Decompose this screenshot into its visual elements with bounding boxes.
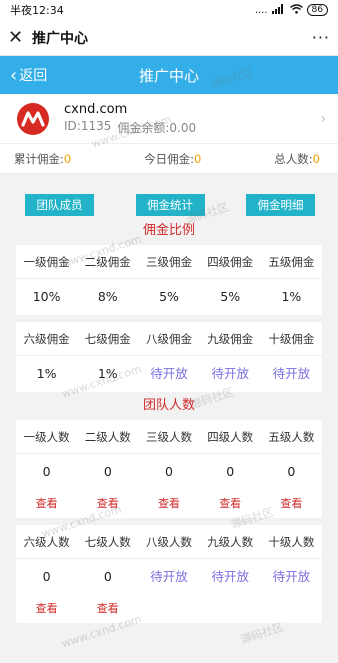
team-header: 一级人数 [16, 420, 78, 454]
team-header: 三级人数 [138, 420, 200, 454]
total-people-value: 0 [312, 151, 320, 166]
team-header: 十级人数 [260, 525, 322, 559]
profile-name: cxnd.com [64, 101, 128, 117]
team-header: 八级人数 [138, 525, 200, 559]
profile-info: cxnd.com ID:1135 佣金余额:0.00 [64, 102, 320, 136]
avatar [16, 101, 50, 136]
action-buttons: 团队成员 佣金统计 佣金明细 [0, 194, 338, 216]
today-commission-value: 0 [194, 151, 202, 166]
app-title: 推广中心 [32, 30, 88, 47]
team-value: 0 [103, 464, 112, 479]
commission-header: 四级佣金 [199, 245, 261, 279]
commission-detail-button[interactable]: 佣金明细 [246, 194, 315, 216]
team-header: 六级人数 [16, 525, 78, 559]
commission-summary: 累计佣金:0 今日佣金:0 总人数:0 [0, 144, 338, 174]
team-value: 0 [287, 464, 296, 479]
close-icon[interactable]: ✕ [8, 27, 30, 48]
app-title-bar: ✕ 推广中心 ··· [0, 20, 338, 56]
commission-ratio-title: 佣金比例 [142, 223, 195, 238]
profile-row[interactable]: cxnd.com ID:1135 佣金余额:0.00 › [0, 94, 338, 144]
team-card-2: 六级人数 七级人数 八级人数 九级人数 十级人数 0 0 待开放 待开放 待开放… [16, 525, 322, 623]
chevron-left-icon: ‹ [10, 64, 18, 86]
commission-header: 五级佣金 [260, 245, 322, 279]
back-label: 返回 [19, 68, 48, 84]
commission-value: 5% [159, 289, 179, 304]
view-link[interactable]: 查看 [16, 490, 77, 518]
total-people: 总人数:0 [274, 151, 320, 166]
commission-value: 5% [220, 289, 241, 304]
team-pending: 待开放 [211, 569, 249, 584]
team-header: 四级人数 [199, 420, 261, 454]
total-commission-value: 0 [63, 151, 72, 166]
page-title: 推广中心 [138, 66, 199, 85]
view-link[interactable]: 查看 [16, 595, 77, 623]
signal-icon: .... [254, 4, 268, 16]
commission-pending: 待开放 [272, 366, 311, 381]
team-pending: 待开放 [272, 569, 311, 584]
status-icons: .... 86 [254, 3, 328, 17]
profile-meta: ID:1135 佣金余额:0.00 [64, 119, 320, 136]
profile-balance: 佣金余额:0.00 [117, 120, 197, 135]
commission-value: 1% [281, 289, 302, 304]
commission-header: 七级佣金 [77, 322, 139, 356]
team-card-1: 一级人数 二级人数 三级人数 四级人数 五级人数 0 0 0 0 0 查看 查看… [16, 420, 322, 518]
commission-header: 十级佣金 [260, 322, 322, 356]
commission-value: 1% [97, 366, 118, 381]
view-link[interactable]: 查看 [77, 490, 138, 518]
view-link[interactable]: 查看 [138, 490, 199, 518]
commission-header: 六级佣金 [16, 322, 78, 356]
more-menu-icon[interactable]: ··· [312, 28, 330, 47]
commission-card-1: 一级佣金 二级佣金 三级佣金 四级佣金 五级佣金 10% 8% 5% 5% 1% [16, 245, 322, 315]
chevron-right-icon: › [320, 110, 326, 127]
battery-indicator: 86 [306, 4, 328, 16]
team-value: 0 [42, 464, 51, 479]
commission-pending: 待开放 [211, 366, 249, 381]
commission-card-2: 六级佣金 七级佣金 八级佣金 九级佣金 十级佣金 1% 1% 待开放 待开放 待… [16, 322, 322, 392]
commission-pending: 待开放 [150, 366, 188, 381]
view-link[interactable]: 查看 [200, 490, 261, 518]
commission-header: 二级佣金 [77, 245, 139, 279]
team-header: 九级人数 [199, 525, 261, 559]
view-link[interactable]: 查看 [261, 490, 322, 518]
team-header: 二级人数 [77, 420, 139, 454]
back-button[interactable]: ‹ 返回 [10, 56, 47, 94]
profile-id: ID:1135 [64, 118, 112, 133]
team-value: 0 [103, 569, 112, 584]
commission-value: 8% [97, 289, 118, 304]
signal-bars-icon [271, 3, 286, 17]
brand-logo-icon [17, 102, 49, 135]
team-pending: 待开放 [150, 569, 188, 584]
commission-stats-button[interactable]: 佣金统计 [135, 194, 205, 216]
commission-header: 三级佣金 [138, 245, 200, 279]
status-bar: 半夜12:34 .... 86 [0, 0, 338, 20]
total-commission: 累计佣金:0 [14, 151, 72, 166]
team-count-title: 团队人数 [142, 398, 195, 413]
status-time: 半夜12:34 [10, 4, 64, 17]
view-link[interactable]: 查看 [77, 595, 138, 623]
team-value: 0 [226, 464, 235, 479]
commission-header: 一级佣金 [16, 245, 78, 279]
commission-header: 八级佣金 [138, 322, 200, 356]
today-commission: 今日佣金:0 [144, 151, 202, 166]
team-header: 五级人数 [260, 420, 322, 454]
commission-value: 10% [32, 289, 61, 304]
commission-header: 九级佣金 [199, 322, 261, 356]
nav-bar: ‹ 返回 推广中心 [0, 56, 338, 94]
team-value: 0 [42, 569, 51, 584]
wifi-icon [289, 3, 303, 17]
commission-value: 1% [36, 366, 57, 381]
team-header: 七级人数 [77, 525, 139, 559]
team-members-button[interactable]: 团队成员 [25, 194, 94, 216]
team-value: 0 [165, 464, 173, 479]
